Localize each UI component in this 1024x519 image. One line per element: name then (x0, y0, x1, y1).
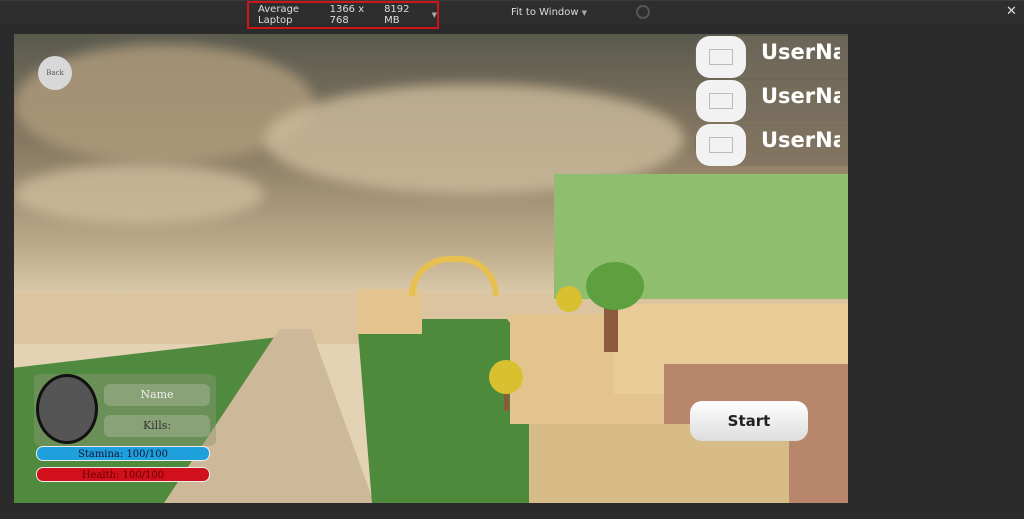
leaderboard-entry: UserName (694, 80, 848, 122)
game-viewport[interactable]: Back UserName UserName UserName Name Kil… (14, 34, 848, 503)
health-bar: Health: 100/100 (36, 467, 210, 482)
username: UserName (761, 128, 840, 152)
start-button[interactable]: Start (690, 401, 808, 441)
fit-label: Fit to Window (511, 7, 579, 18)
username: UserName (761, 84, 840, 108)
username: UserName (761, 40, 840, 64)
device-memory: 8192 MB (384, 4, 410, 26)
device-name: Average Laptop (258, 4, 300, 26)
fit-to-window-dropdown[interactable]: Fit to Window ▼ (511, 7, 587, 18)
back-label: Back (46, 69, 64, 77)
player-avatar (36, 374, 98, 444)
chevron-down-icon: ▼ (431, 11, 437, 19)
image-placeholder-icon (696, 80, 746, 122)
rotate-icon[interactable] (636, 5, 650, 19)
stamina-bar: Stamina: 100/100 (36, 446, 210, 461)
leaderboard-entry: UserName (694, 124, 848, 166)
chevron-down-icon: ▼ (581, 9, 587, 17)
start-label: Start (727, 412, 771, 430)
device-resolution: 1366 x 768 (329, 4, 365, 26)
emulator-toolbar: Average Laptop 1366 x 768 8192 MB ▼ Fit … (0, 0, 1024, 29)
player-kills: Kills: (104, 415, 210, 437)
image-placeholder-icon (696, 124, 746, 166)
device-selector[interactable]: Average Laptop 1366 x 768 8192 MB ▼ (247, 1, 439, 29)
close-icon[interactable]: ✕ (1006, 4, 1017, 19)
back-button[interactable]: Back (38, 56, 72, 90)
image-placeholder-icon (696, 36, 746, 78)
leaderboard-entry: UserName (694, 36, 848, 78)
player-name: Name (104, 384, 210, 406)
